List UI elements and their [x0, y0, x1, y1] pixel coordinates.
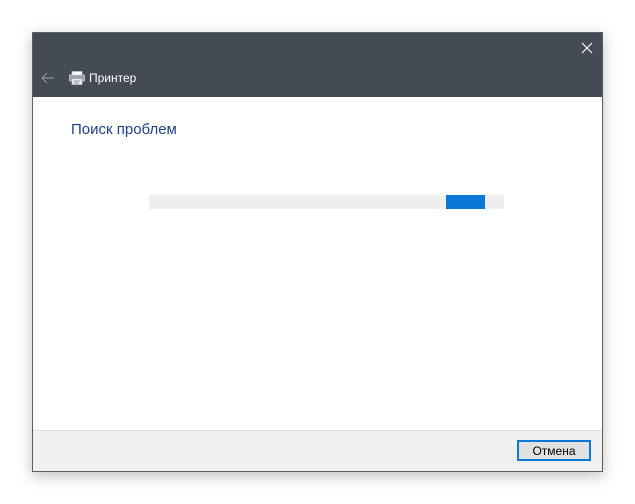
title-bar: Принтер: [33, 33, 602, 97]
progress-bar: [149, 195, 504, 209]
close-icon[interactable]: [576, 37, 598, 59]
page-heading: Поиск проблем: [71, 121, 177, 138]
troubleshooter-dialog: Принтер Поиск проблем Отмена: [32, 32, 603, 472]
progress-bar-fill: [446, 195, 485, 209]
back-arrow-icon[interactable]: [39, 71, 57, 85]
back-button[interactable]: [39, 71, 57, 85]
window-title: Принтер: [89, 71, 137, 85]
dialog-footer: Отмена: [33, 430, 602, 471]
close-button[interactable]: [576, 37, 598, 59]
content-area: Поиск проблем: [33, 97, 602, 430]
printer-icon: [69, 71, 85, 85]
cancel-button[interactable]: Отмена: [517, 440, 591, 461]
